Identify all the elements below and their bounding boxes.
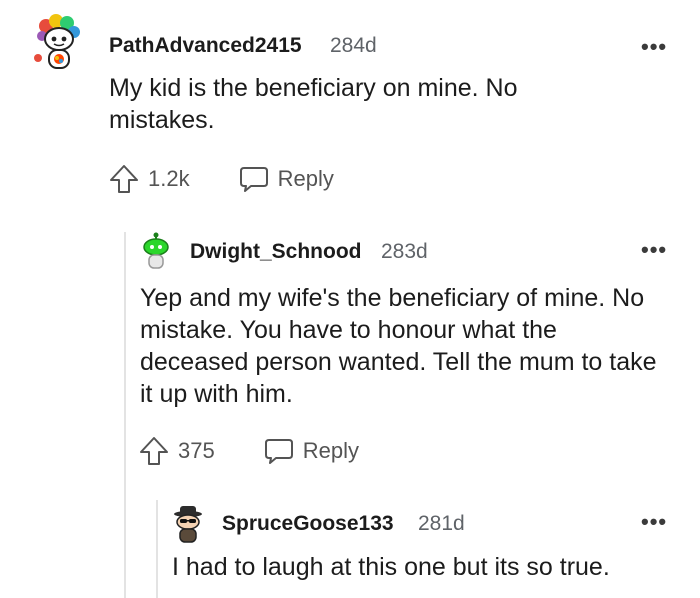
upvote-arrow-icon: [140, 437, 168, 465]
username[interactable]: SpruceGoose133: [222, 512, 394, 536]
comment-body: I had to laugh at this one but its so tr…: [172, 553, 610, 581]
reply-button[interactable]: Reply: [263, 435, 359, 467]
reply-button[interactable]: Reply: [238, 163, 334, 195]
thread-line-level-2[interactable]: [156, 500, 158, 598]
avatar[interactable]: [141, 232, 171, 272]
reply-label: Reply: [302, 438, 359, 463]
vote-count: 1.2k: [148, 166, 190, 191]
vote-count: 375: [178, 438, 215, 463]
snoo-rainbow-hair-avatar-icon: [34, 14, 80, 69]
thread-line-level-1[interactable]: [124, 232, 126, 598]
avatar[interactable]: [172, 505, 204, 545]
reply-bubble-icon: [239, 167, 268, 192]
reply-bubble-icon: [264, 439, 293, 464]
timestamp: 284d: [330, 34, 377, 57]
comment-actions: 1.2k Reply: [108, 162, 334, 196]
username[interactable]: Dwight_Schnood: [190, 240, 362, 264]
snoo-hat-sunglasses-avatar-icon: [174, 506, 202, 543]
upvote-button[interactable]: 1.2k: [108, 163, 190, 195]
timestamp: 281d: [418, 512, 465, 535]
more-options-icon[interactable]: •••: [641, 509, 667, 535]
avatar[interactable]: [34, 14, 84, 76]
reply-label: Reply: [277, 166, 334, 191]
more-options-icon[interactable]: •••: [641, 237, 667, 263]
comment-body: Yep and my wife's the beneficiary of min…: [140, 284, 657, 408]
upvote-arrow-icon: [110, 165, 138, 193]
comment-body: My kid is the beneficiary on mine. No mi…: [109, 74, 518, 134]
more-options-icon[interactable]: •••: [641, 34, 667, 60]
upvote-button[interactable]: 375: [138, 435, 215, 467]
timestamp: 283d: [381, 240, 428, 263]
snoo-green-avatar-icon: [143, 232, 169, 269]
username[interactable]: PathAdvanced2415: [109, 34, 302, 58]
comment-actions: 375 Reply: [138, 434, 359, 468]
